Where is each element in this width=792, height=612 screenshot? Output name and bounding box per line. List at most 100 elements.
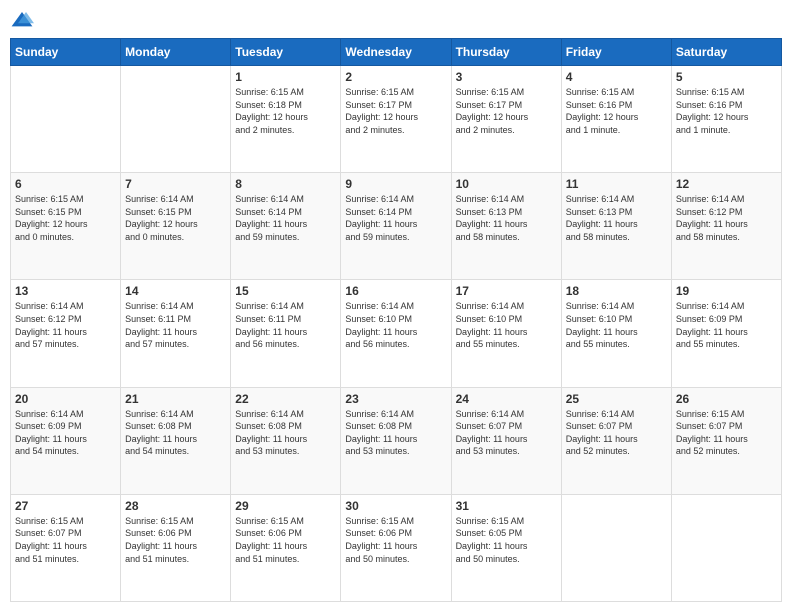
calendar-cell xyxy=(561,494,671,601)
day-info: Sunrise: 6:15 AM Sunset: 6:05 PM Dayligh… xyxy=(456,515,557,565)
col-thursday: Thursday xyxy=(451,39,561,66)
day-info: Sunrise: 6:15 AM Sunset: 6:06 PM Dayligh… xyxy=(345,515,446,565)
header xyxy=(10,10,782,30)
day-info: Sunrise: 6:15 AM Sunset: 6:06 PM Dayligh… xyxy=(125,515,226,565)
calendar-cell: 20 Sunrise: 6:14 AM Sunset: 6:09 PM Dayli… xyxy=(11,387,121,494)
day-info: Sunrise: 6:15 AM Sunset: 6:07 PM Dayligh… xyxy=(15,515,116,565)
logo xyxy=(10,10,38,30)
calendar-cell: 9 Sunrise: 6:14 AM Sunset: 6:14 PM Daylig… xyxy=(341,173,451,280)
day-info: Sunrise: 6:15 AM Sunset: 6:17 PM Dayligh… xyxy=(456,86,557,136)
day-number: 15 xyxy=(235,284,336,298)
day-info: Sunrise: 6:14 AM Sunset: 6:11 PM Dayligh… xyxy=(235,300,336,350)
day-number: 30 xyxy=(345,499,446,513)
calendar-cell: 31 Sunrise: 6:15 AM Sunset: 6:05 PM Dayli… xyxy=(451,494,561,601)
day-number: 16 xyxy=(345,284,446,298)
calendar-cell: 13 Sunrise: 6:14 AM Sunset: 6:12 PM Dayli… xyxy=(11,280,121,387)
day-info: Sunrise: 6:14 AM Sunset: 6:08 PM Dayligh… xyxy=(345,408,446,458)
header-row: Sunday Monday Tuesday Wednesday Thursday… xyxy=(11,39,782,66)
calendar-week-2: 6 Sunrise: 6:15 AM Sunset: 6:15 PM Daylig… xyxy=(11,173,782,280)
col-sunday: Sunday xyxy=(11,39,121,66)
day-number: 21 xyxy=(125,392,226,406)
day-info: Sunrise: 6:15 AM Sunset: 6:16 PM Dayligh… xyxy=(676,86,777,136)
calendar-cell: 27 Sunrise: 6:15 AM Sunset: 6:07 PM Dayli… xyxy=(11,494,121,601)
day-number: 6 xyxy=(15,177,116,191)
calendar-week-4: 20 Sunrise: 6:14 AM Sunset: 6:09 PM Dayli… xyxy=(11,387,782,494)
day-number: 31 xyxy=(456,499,557,513)
calendar-cell: 21Sunrise: 6:14 AM Sunset: 6:08 PM Dayli… xyxy=(121,387,231,494)
day-number: 17 xyxy=(456,284,557,298)
day-info: Sunrise: 6:14 AM Sunset: 6:07 PM Dayligh… xyxy=(456,408,557,458)
calendar-header: Sunday Monday Tuesday Wednesday Thursday… xyxy=(11,39,782,66)
day-info: Sunrise: 6:14 AM Sunset: 6:08 PM Dayligh… xyxy=(235,408,336,458)
day-number: 24 xyxy=(456,392,557,406)
day-info: Sunrise: 6:15 AM Sunset: 6:16 PM Dayligh… xyxy=(566,86,667,136)
col-monday: Monday xyxy=(121,39,231,66)
calendar-cell: 4 Sunrise: 6:15 AM Sunset: 6:16 PM Daylig… xyxy=(561,66,671,173)
day-info: Sunrise: 6:14 AM Sunset: 6:09 PM Dayligh… xyxy=(15,408,116,458)
day-info: Sunrise: 6:14 AM Sunset: 6:13 PM Dayligh… xyxy=(566,193,667,243)
calendar-cell: 24 Sunrise: 6:14 AM Sunset: 6:07 PM Dayli… xyxy=(451,387,561,494)
day-number: 1 xyxy=(235,70,336,84)
day-info: Sunrise: 6:14 AM Sunset: 6:07 PM Dayligh… xyxy=(566,408,667,458)
day-info: Sunrise: 6:14 AM Sunset: 6:13 PM Dayligh… xyxy=(456,193,557,243)
day-info: Sunrise: 6:15 AM Sunset: 6:06 PM Dayligh… xyxy=(235,515,336,565)
day-info: Sunrise: 6:14 AM Sunset: 6:12 PM Dayligh… xyxy=(15,300,116,350)
calendar-table: Sunday Monday Tuesday Wednesday Thursday… xyxy=(10,38,782,602)
day-info: Sunrise: 6:14 AM Sunset: 6:10 PM Dayligh… xyxy=(345,300,446,350)
day-number: 25 xyxy=(566,392,667,406)
day-number: 10 xyxy=(456,177,557,191)
calendar-week-3: 13 Sunrise: 6:14 AM Sunset: 6:12 PM Dayli… xyxy=(11,280,782,387)
calendar-cell: 15 Sunrise: 6:14 AM Sunset: 6:11 PM Dayli… xyxy=(231,280,341,387)
calendar-cell: 23 Sunrise: 6:14 AM Sunset: 6:08 PM Dayli… xyxy=(341,387,451,494)
day-number: 4 xyxy=(566,70,667,84)
calendar-cell: 17Sunrise: 6:14 AM Sunset: 6:10 PM Dayli… xyxy=(451,280,561,387)
day-info: Sunrise: 6:14 AM Sunset: 6:11 PM Dayligh… xyxy=(125,300,226,350)
day-number: 2 xyxy=(345,70,446,84)
calendar-cell: 30 Sunrise: 6:15 AM Sunset: 6:06 PM Dayli… xyxy=(341,494,451,601)
day-number: 13 xyxy=(15,284,116,298)
calendar-cell xyxy=(121,66,231,173)
calendar-cell: 19Sunrise: 6:14 AM Sunset: 6:09 PM Dayli… xyxy=(671,280,781,387)
day-number: 9 xyxy=(345,177,446,191)
calendar-body: 1 Sunrise: 6:15 AM Sunset: 6:18 PM Daylig… xyxy=(11,66,782,602)
calendar-cell xyxy=(11,66,121,173)
calendar-cell: 1 Sunrise: 6:15 AM Sunset: 6:18 PM Daylig… xyxy=(231,66,341,173)
calendar-cell: 5 Sunrise: 6:15 AM Sunset: 6:16 PM Daylig… xyxy=(671,66,781,173)
day-info: Sunrise: 6:15 AM Sunset: 6:07 PM Dayligh… xyxy=(676,408,777,458)
day-number: 11 xyxy=(566,177,667,191)
day-number: 12 xyxy=(676,177,777,191)
day-number: 14 xyxy=(125,284,226,298)
calendar-cell xyxy=(671,494,781,601)
col-tuesday: Tuesday xyxy=(231,39,341,66)
day-number: 22 xyxy=(235,392,336,406)
day-number: 28 xyxy=(125,499,226,513)
day-number: 18 xyxy=(566,284,667,298)
calendar-cell: 22 Sunrise: 6:14 AM Sunset: 6:08 PM Dayli… xyxy=(231,387,341,494)
calendar-week-1: 1 Sunrise: 6:15 AM Sunset: 6:18 PM Daylig… xyxy=(11,66,782,173)
calendar-cell: 11 Sunrise: 6:14 AM Sunset: 6:13 PM Dayli… xyxy=(561,173,671,280)
day-number: 7 xyxy=(125,177,226,191)
day-number: 20 xyxy=(15,392,116,406)
calendar-cell: 14 Sunrise: 6:14 AM Sunset: 6:11 PM Dayli… xyxy=(121,280,231,387)
calendar-cell: 16 Sunrise: 6:14 AM Sunset: 6:10 PM Dayli… xyxy=(341,280,451,387)
page: Sunday Monday Tuesday Wednesday Thursday… xyxy=(0,0,792,612)
day-number: 5 xyxy=(676,70,777,84)
day-number: 26 xyxy=(676,392,777,406)
calendar-cell: 3 Sunrise: 6:15 AM Sunset: 6:17 PM Daylig… xyxy=(451,66,561,173)
day-info: Sunrise: 6:15 AM Sunset: 6:15 PM Dayligh… xyxy=(15,193,116,243)
day-number: 8 xyxy=(235,177,336,191)
col-saturday: Saturday xyxy=(671,39,781,66)
day-number: 27 xyxy=(15,499,116,513)
calendar-cell: 29Sunrise: 6:15 AM Sunset: 6:06 PM Dayli… xyxy=(231,494,341,601)
col-wednesday: Wednesday xyxy=(341,39,451,66)
day-info: Sunrise: 6:14 AM Sunset: 6:14 PM Dayligh… xyxy=(345,193,446,243)
calendar-cell: 25 Sunrise: 6:14 AM Sunset: 6:07 PM Dayli… xyxy=(561,387,671,494)
calendar-cell: 6 Sunrise: 6:15 AM Sunset: 6:15 PM Daylig… xyxy=(11,173,121,280)
calendar-cell: 28 Sunrise: 6:15 AM Sunset: 6:06 PM Dayli… xyxy=(121,494,231,601)
calendar-cell: 10 Sunrise: 6:14 AM Sunset: 6:13 PM Dayli… xyxy=(451,173,561,280)
day-number: 23 xyxy=(345,392,446,406)
day-info: Sunrise: 6:15 AM Sunset: 6:18 PM Dayligh… xyxy=(235,86,336,136)
day-number: 3 xyxy=(456,70,557,84)
calendar-cell: 26 Sunrise: 6:15 AM Sunset: 6:07 PM Dayli… xyxy=(671,387,781,494)
day-info: Sunrise: 6:14 AM Sunset: 6:10 PM Dayligh… xyxy=(566,300,667,350)
